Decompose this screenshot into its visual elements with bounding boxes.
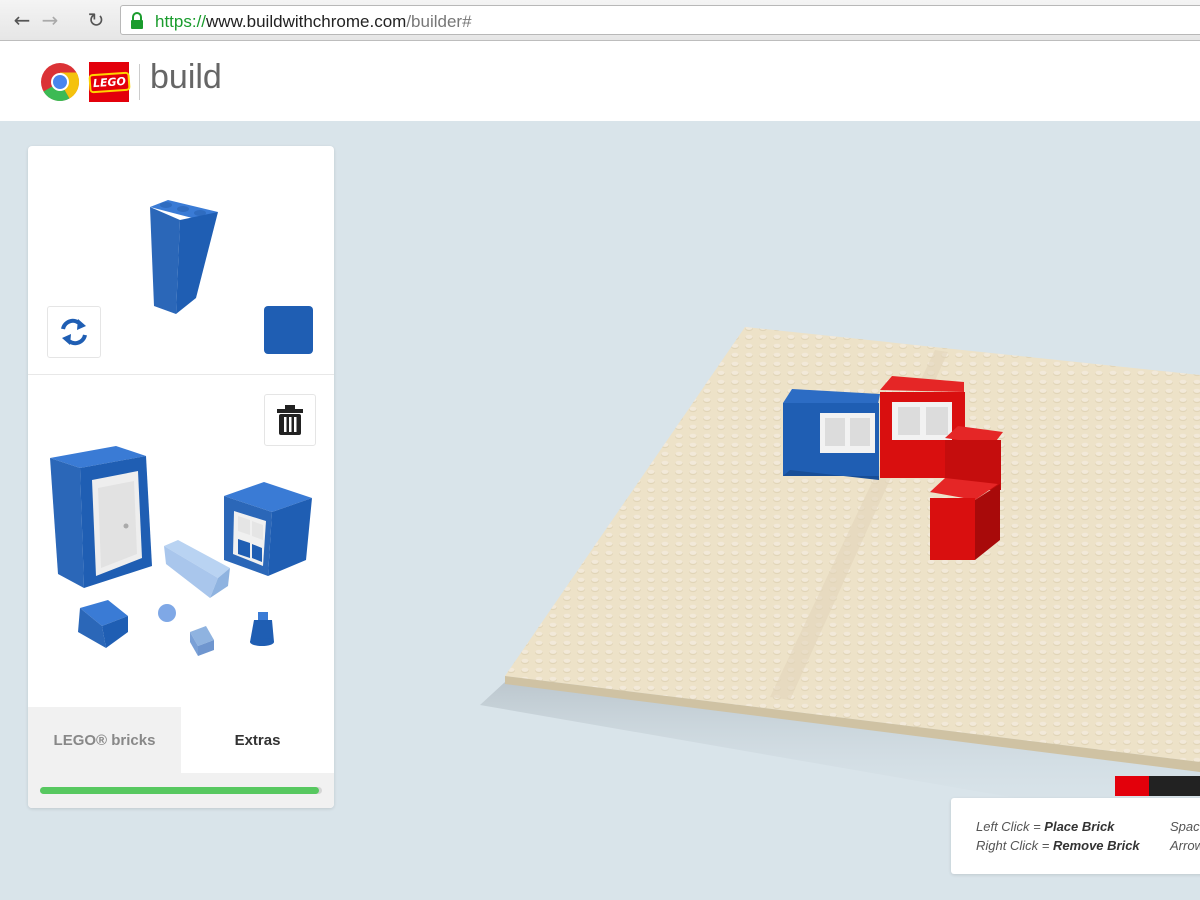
help-place-brick: Place Brick — [1044, 819, 1115, 834]
baseplate-lego-tag — [1115, 776, 1149, 796]
baseplate-number-tag — [1149, 776, 1200, 796]
help-equals: = — [1029, 819, 1045, 834]
header-divider — [139, 64, 140, 100]
rotate-icon — [61, 318, 87, 346]
brick-panel: LEGO® bricks Extras — [28, 146, 334, 808]
lock-icon — [131, 12, 143, 29]
help-col2-row1: Spac — [1170, 819, 1200, 834]
placed-blue-window-brick[interactable] — [783, 389, 880, 480]
extras-gallery — [50, 446, 312, 656]
tile-item[interactable] — [190, 626, 214, 656]
help-col2-row2: Arrow — [1170, 838, 1200, 853]
url-host: www.buildwithchrome.com — [206, 12, 407, 31]
rotate-button[interactable] — [47, 306, 101, 358]
tab-extras[interactable]: Extras — [181, 707, 334, 773]
tab-lego-bricks[interactable]: LEGO® bricks — [28, 707, 181, 773]
chrome-logo-icon[interactable] — [40, 62, 80, 102]
trash-icon — [277, 405, 303, 435]
panel-tabs: LEGO® bricks Extras — [28, 707, 334, 773]
page-title: build — [150, 58, 222, 96]
help-equals: = — [1038, 838, 1053, 853]
back-arrow-icon[interactable]: ← — [8, 6, 36, 34]
forward-arrow-icon[interactable]: → — [36, 6, 64, 34]
help-remove-brick: Remove Brick — [1052, 838, 1140, 853]
help-row-right-click: Right Click = Remove Brick — [976, 838, 1140, 853]
slope-brick-item[interactable] — [164, 540, 230, 598]
progress-area — [28, 773, 334, 808]
reload-icon[interactable]: ↻ — [82, 6, 110, 34]
progress-track — [40, 787, 322, 794]
url-path: /builder# — [406, 12, 472, 31]
help-right-click: Right Click — [976, 838, 1039, 853]
help-left-click: Left Click — [976, 819, 1030, 834]
cone-item[interactable] — [250, 612, 274, 646]
help-row-left-click: Left Click = Place Brick — [976, 819, 1114, 834]
browser-toolbar: ← → ↻ https://www.buildwithchrome.com/bu… — [0, 0, 1200, 41]
color-picker-button[interactable] — [264, 306, 313, 354]
lego-logo[interactable]: LEGO — [87, 62, 131, 102]
door-brick-item[interactable] — [50, 446, 152, 588]
progress-fill — [40, 787, 320, 794]
window-brick-item[interactable] — [224, 482, 312, 604]
url-scheme: https:// — [155, 12, 207, 31]
lego-logo-text: LEGO — [87, 71, 131, 93]
selected-brick-preview — [28, 146, 334, 375]
controls-help: Left Click = Place Brick Right Click = R… — [951, 798, 1200, 874]
url-text: https://www.buildwithchrome.com/builder# — [155, 12, 472, 32]
address-bar[interactable]: https://www.buildwithchrome.com/builder# — [120, 5, 1200, 35]
small-slope-item[interactable] — [78, 600, 128, 648]
round-plate-item[interactable] — [158, 604, 176, 622]
